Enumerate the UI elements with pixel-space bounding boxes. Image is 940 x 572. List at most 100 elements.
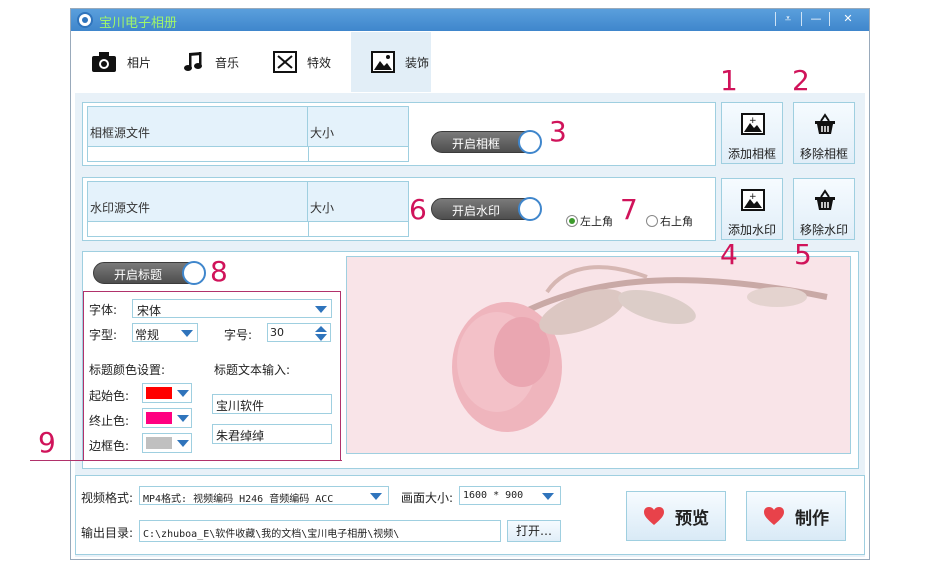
make-button[interactable]: 制作 — [746, 491, 846, 541]
tab-bar: 相片 音乐 特效 装饰 — [71, 32, 869, 92]
svg-text:+: + — [749, 192, 757, 202]
tab-label: 相片 — [127, 55, 152, 70]
watermark-toggle-label: 开启水印 — [452, 204, 501, 218]
tab-label: 音乐 — [215, 55, 240, 70]
frame-size-column: 大小 — [310, 126, 335, 140]
tab-label: 特效 — [307, 55, 332, 70]
radio-selected-icon — [566, 215, 578, 227]
title-bar: 宝川电子相册 ⩡ — ✕ — [71, 9, 869, 31]
style-value: 常规 — [135, 328, 160, 342]
title-separator — [775, 12, 776, 26]
title-text-line1: 宝川软件 — [216, 399, 265, 413]
title-text-line2: 朱君绰绰 — [216, 429, 265, 443]
font-value: 宋体 — [137, 304, 162, 318]
open-folder-button[interactable]: 打开… — [507, 520, 561, 542]
output-dir-input[interactable]: C:\zhuboa_E\软件收藏\我的文档\宝川电子相册\视频\ — [139, 520, 501, 542]
camera-icon — [92, 52, 116, 72]
title-text-line1-input[interactable]: 宝川软件 — [212, 394, 332, 414]
chevron-down-icon — [181, 330, 193, 337]
preview-button[interactable]: 预览 — [626, 491, 726, 541]
size-value: 30 — [270, 326, 284, 339]
style-select[interactable]: 常规 — [132, 323, 198, 342]
column-divider — [308, 147, 309, 161]
end-color-picker[interactable] — [142, 408, 192, 428]
remove-frame-label: 移除相框 — [799, 147, 848, 161]
frame-toggle-label: 开启相框 — [452, 137, 501, 151]
title-toggle[interactable]: 开启标题 — [93, 261, 206, 285]
format-value: MP4格式: 视频编码 H246 音频编码 ACC — [143, 494, 334, 505]
frame-section: 相框源文件 大小 开启相框 — [82, 102, 716, 166]
annotation-6: 6 — [409, 193, 427, 226]
toggle-knob — [518, 197, 542, 221]
annotation-3: 3 — [549, 115, 567, 148]
color-swatch — [146, 412, 172, 424]
add-watermark-button[interactable]: + 添加水印 — [721, 178, 783, 240]
annotation-2: 2 — [792, 64, 810, 97]
resolution-label: 画面大小: — [401, 491, 454, 505]
app-logo-icon — [77, 12, 93, 28]
annotation-9: 9 — [38, 426, 56, 459]
chevron-down-icon — [542, 493, 554, 500]
size-label: 字号: — [224, 328, 253, 342]
output-dir-label: 输出目录: — [81, 526, 134, 540]
tab-effects[interactable]: 特效 — [253, 32, 349, 92]
watermark-file-table[interactable]: 水印源文件 大小 — [87, 181, 409, 237]
tab-photos[interactable]: 相片 — [71, 32, 161, 92]
border-color-picker[interactable] — [142, 433, 192, 453]
title-separator — [801, 12, 802, 26]
basket-icon — [815, 113, 835, 134]
watermark-toggle[interactable]: 开启水印 — [431, 197, 542, 221]
title-toggle-label: 开启标题 — [114, 268, 163, 282]
chevron-down-icon — [177, 440, 189, 447]
font-label: 字体: — [89, 303, 118, 317]
radio-icon — [646, 215, 658, 227]
add-image-icon: + — [741, 189, 765, 211]
preview-image — [346, 256, 851, 454]
chevron-down-icon — [370, 493, 382, 500]
close-icon[interactable]: ✕ — [839, 11, 857, 27]
watermark-position-left[interactable]: 左上角 — [566, 213, 613, 229]
heart-icon — [764, 507, 784, 525]
tab-music[interactable]: 音乐 — [163, 32, 253, 92]
menu-dropdown-icon[interactable]: ⩡ — [779, 11, 797, 27]
color-swatch — [146, 437, 172, 449]
basket-icon — [815, 189, 835, 210]
resolution-value: 1600 * 900 — [463, 490, 524, 501]
remove-frame-button[interactable]: 移除相框 — [793, 102, 855, 164]
annotation-4: 4 — [720, 238, 738, 271]
toggle-knob — [518, 130, 542, 154]
remove-watermark-label: 移除水印 — [799, 223, 848, 237]
remove-watermark-button[interactable]: 移除水印 — [793, 178, 855, 240]
annotation-1: 1 — [720, 64, 738, 97]
add-frame-button[interactable]: + 添加相框 — [721, 102, 783, 164]
font-select[interactable]: 宋体 — [132, 299, 332, 318]
annotation-5: 5 — [794, 238, 812, 271]
rose-image — [347, 257, 850, 453]
add-frame-label: 添加相框 — [727, 147, 776, 161]
size-stepper[interactable]: 30 — [267, 323, 331, 342]
svg-text:+: + — [749, 116, 757, 126]
add-watermark-label: 添加水印 — [727, 223, 776, 237]
minimize-icon[interactable]: — — [807, 11, 825, 27]
watermark-position-right[interactable]: 右上角 — [646, 213, 693, 229]
frame-file-table[interactable]: 相框源文件 大小 — [87, 106, 409, 162]
make-label: 制作 — [795, 508, 829, 529]
start-color-picker[interactable] — [142, 383, 192, 403]
border-color-label: 边框色: — [89, 439, 130, 453]
format-select[interactable]: MP4格式: 视频编码 H246 音频编码 ACC — [139, 486, 389, 505]
chevron-down-icon — [177, 390, 189, 397]
watermark-size-column: 大小 — [310, 201, 335, 215]
watermark-source-column: 水印源文件 — [90, 201, 151, 215]
increment-icon[interactable] — [315, 326, 327, 332]
radio-label: 右上角 — [660, 215, 693, 228]
heart-icon — [644, 507, 664, 525]
annotation-underline — [30, 460, 342, 461]
frame-toggle[interactable]: 开启相框 — [431, 130, 542, 154]
title-text-line2-input[interactable]: 朱君绰绰 — [212, 424, 332, 444]
resolution-select[interactable]: 1600 * 900 — [459, 486, 561, 505]
frame-source-column: 相框源文件 — [90, 126, 151, 140]
color-swatch — [146, 387, 172, 399]
decrement-icon[interactable] — [315, 334, 327, 341]
color-heading: 标题颜色设置: — [89, 363, 166, 377]
tab-decoration[interactable]: 装饰 — [351, 32, 431, 92]
